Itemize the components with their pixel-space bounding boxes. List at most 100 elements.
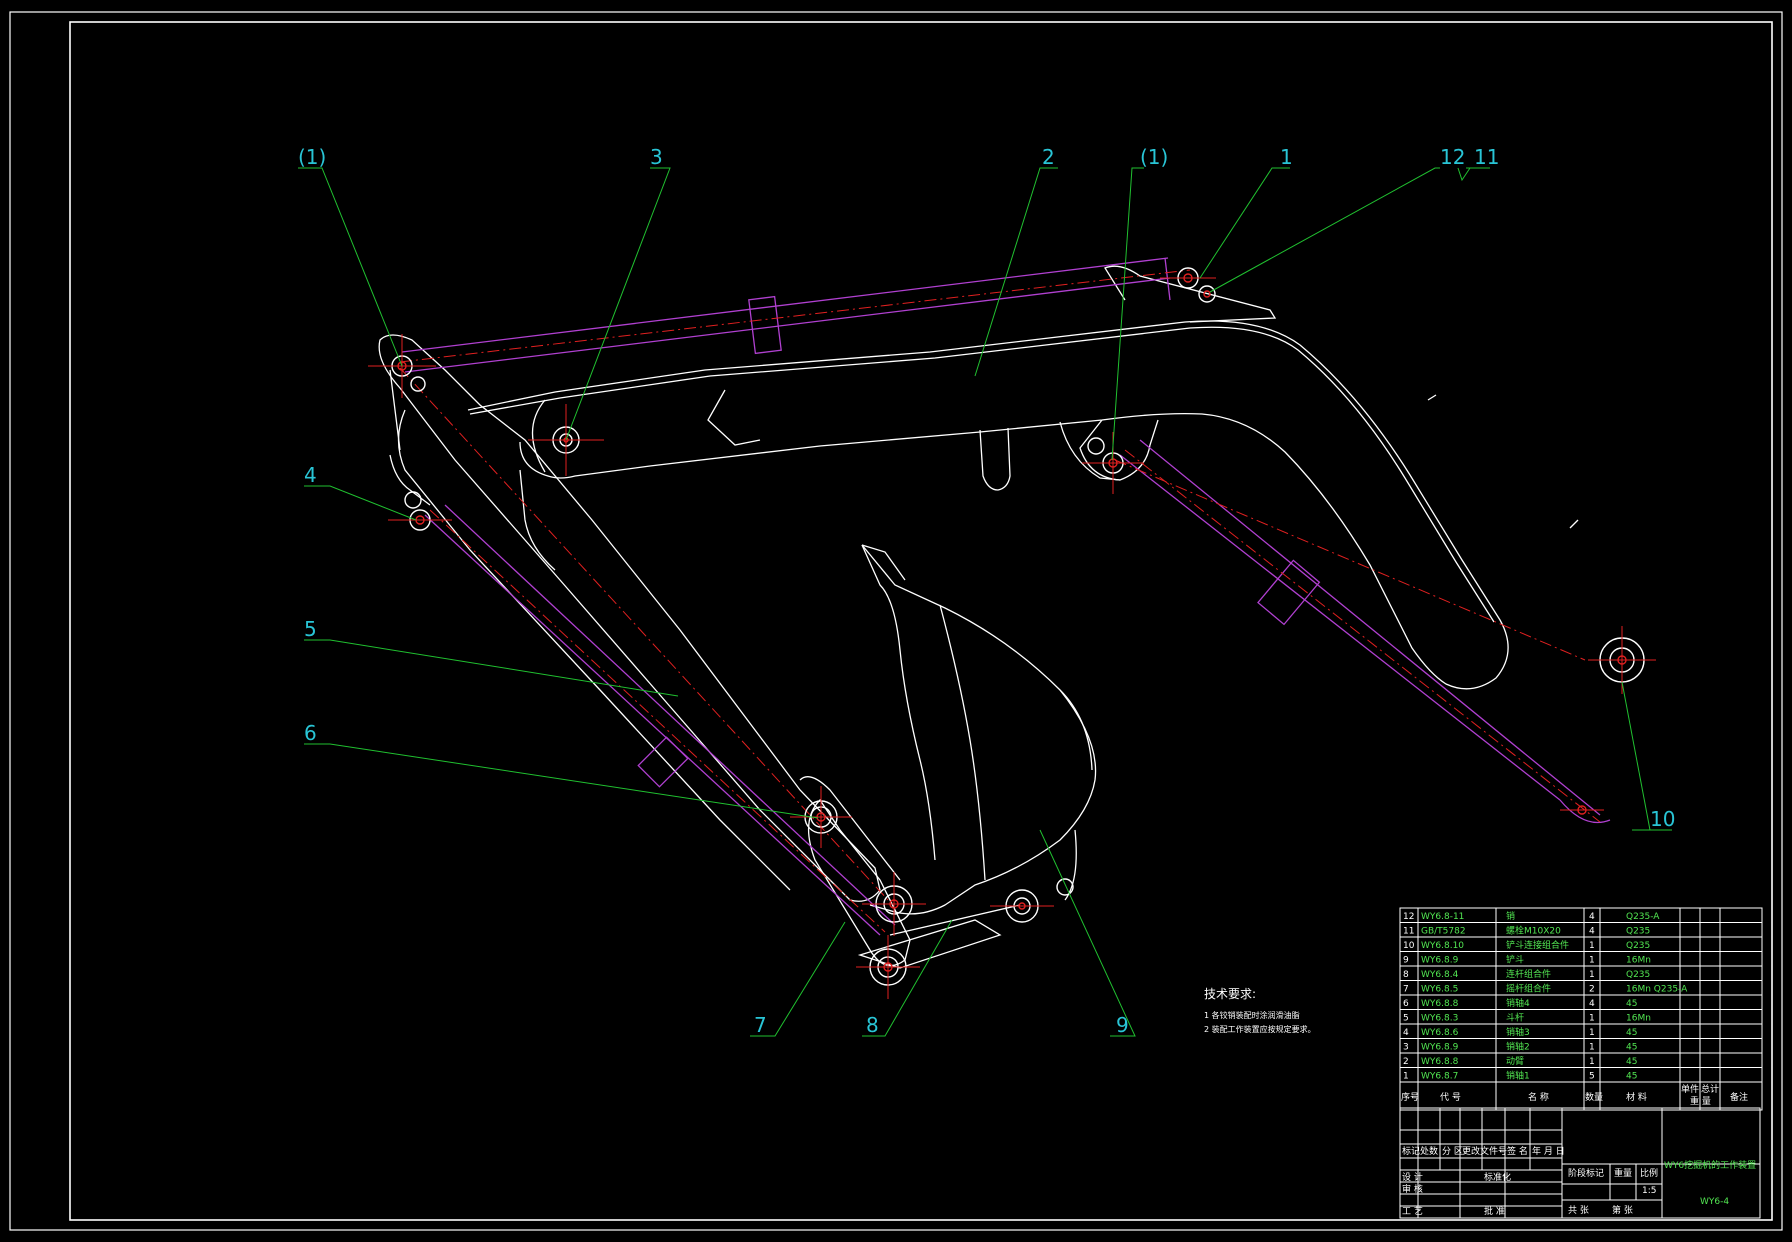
leader-11-hook <box>1457 167 1471 182</box>
inner-frame <box>69 21 1773 1221</box>
centerlines <box>399 269 1601 933</box>
bom-qty: 1 <box>1589 1057 1595 1067</box>
rev-sign: 签 名 <box>1507 1145 1528 1157</box>
bom-no: 2 <box>1403 1057 1409 1067</box>
label-p3: 3 <box>650 145 663 169</box>
bom-material: 16Mn <box>1626 1014 1651 1024</box>
bom-code: WY6.8.9 <box>1421 1043 1459 1053</box>
bom-no: 8 <box>1403 970 1409 980</box>
bom-code: WY6.8.6 <box>1421 1028 1459 1038</box>
role-review: 审 核 <box>1402 1183 1423 1195</box>
link-line <box>889 904 1021 936</box>
bom-no: 9 <box>1403 956 1409 966</box>
bucket-cyl-collar <box>637 736 689 788</box>
bom-name: 销轴3 <box>1506 1026 1530 1038</box>
label-p4: 4 <box>304 463 317 487</box>
bom-qty: 1 <box>1589 1014 1595 1024</box>
bom-qty: 4 <box>1589 999 1595 1009</box>
bom-header-no: 序号 <box>1401 1091 1419 1103</box>
std-label: 标准化 <box>1484 1171 1511 1183</box>
cl-boom-cyl <box>399 269 1191 363</box>
label-p12: 12 <box>1440 145 1465 169</box>
bom-material: Q235 <box>1626 970 1650 980</box>
rev-doc: 更改文件号 <box>1462 1145 1507 1157</box>
boom-inner-line <box>469 326 1495 623</box>
bom-name: 销轴4 <box>1506 997 1530 1009</box>
label-p2: 2 <box>1042 145 1055 169</box>
bom-header-qty: 数量 <box>1585 1091 1603 1103</box>
bom-no: 10 <box>1403 941 1415 951</box>
pin-bucket-cyl-base <box>404 491 431 531</box>
boom-bracket-stub <box>979 427 1011 491</box>
boom-outline <box>467 320 1509 690</box>
pin-bucket-back <box>1056 878 1074 896</box>
bom-qty: 4 <box>1589 927 1595 937</box>
bom-name: 销轴2 <box>1506 1041 1530 1053</box>
bom-name: 螺栓M10X20 <box>1506 925 1561 937</box>
rev-date: 年 月 日 <box>1532 1145 1565 1157</box>
leader-5 <box>304 639 679 697</box>
bom-header-code: 代 号 <box>1440 1092 1461 1103</box>
bom-code: WY6.8.8 <box>1421 999 1459 1009</box>
leader-lines <box>298 167 1672 1037</box>
label-p9: 9 <box>1116 1013 1129 1037</box>
bucket <box>861 544 1097 915</box>
scale-value: 1:5 <box>1642 1186 1656 1196</box>
bom-qty: 2 <box>1589 985 1595 995</box>
label-p1b: (1) <box>1140 145 1168 169</box>
bom-no: 3 <box>1403 1043 1409 1053</box>
label-p6: 6 <box>304 721 317 745</box>
boom-nipple-a <box>1427 394 1437 401</box>
bucket-inner-line <box>861 544 936 861</box>
bom-qty: 1 <box>1589 956 1595 966</box>
bucket-cyl-edge-b <box>444 504 896 926</box>
bucket-tooth <box>861 544 906 581</box>
boom <box>467 265 1579 690</box>
bom-header-single: 单件 <box>1681 1083 1699 1095</box>
tech-item-1: 1 各铰销装配时涂润滑油脂 <box>1204 1010 1300 1020</box>
bom-material: 45 <box>1626 1043 1637 1053</box>
bom-code: WY6.8.4 <box>1421 970 1459 980</box>
rev-count: 处数 <box>1420 1145 1438 1157</box>
boom-cyl-collar <box>748 295 782 355</box>
bom-material: Q235-A <box>1626 912 1660 922</box>
bom-code: WY6.8-11 <box>1421 912 1464 922</box>
bom-material: Q235 <box>1626 941 1650 951</box>
arm-lower-edge <box>397 409 791 891</box>
bom-code: GB/T5782 <box>1421 927 1466 937</box>
bucket-lip-line <box>1059 689 1093 771</box>
drawing-number: WY6-4 <box>1700 1197 1729 1207</box>
bom-code: WY6.8.9 <box>1421 956 1459 966</box>
arm-bracket <box>389 454 431 506</box>
bom-code: WY6.8.10 <box>1421 941 1464 951</box>
bom-no: 5 <box>1403 1014 1409 1024</box>
sheet-total: 共 张 <box>1568 1205 1589 1216</box>
bom-material: 45 <box>1626 1028 1637 1038</box>
bom-name: 斗杆 <box>1506 1012 1524 1024</box>
bom-material: Q235 <box>1626 927 1650 937</box>
bom-header-name: 名 称 <box>1528 1091 1549 1103</box>
drawing-sheet: (1) 3 2 (1) 1 12 11 4 5 6 10 7 8 9 技术要求:… <box>0 0 1792 1242</box>
cl-boom-tip <box>1114 459 1586 661</box>
bom-qty: 4 <box>1589 912 1595 922</box>
stage-label: 阶段标记 <box>1568 1167 1604 1179</box>
bom-code: WY6.8.7 <box>1421 1072 1458 1082</box>
bom-name: 铲斗连接组合件 <box>1506 939 1569 951</box>
tech-item-2: 2 装配工作装置应按规定要求。 <box>1204 1024 1316 1034</box>
arm-cyl-edge-a <box>1119 454 1561 801</box>
bom-name: 摇杆组合件 <box>1506 983 1551 995</box>
arm-cyl-edge-b <box>1139 439 1601 816</box>
bom-qty: 5 <box>1589 1072 1595 1082</box>
label-p5: 5 <box>304 617 317 641</box>
weight-label: 重量 <box>1614 1167 1632 1179</box>
label-p1: 1 <box>1280 145 1293 169</box>
bom-material: 45 <box>1626 1072 1637 1082</box>
cl-arm <box>399 367 889 901</box>
tech-requirements: 技术要求: 1 各铰销装配时涂润滑油脂 2 装配工作装置应按规定要求。 <box>1204 987 1316 1034</box>
role-design: 设 计 <box>1402 1171 1423 1183</box>
bucket-outline <box>861 544 1097 915</box>
approve-label: 批 准 <box>1484 1205 1505 1217</box>
bom-header-weight: 重 量 <box>1690 1095 1711 1107</box>
pin-arm-top-b <box>410 376 426 392</box>
leader-4 <box>304 485 417 521</box>
